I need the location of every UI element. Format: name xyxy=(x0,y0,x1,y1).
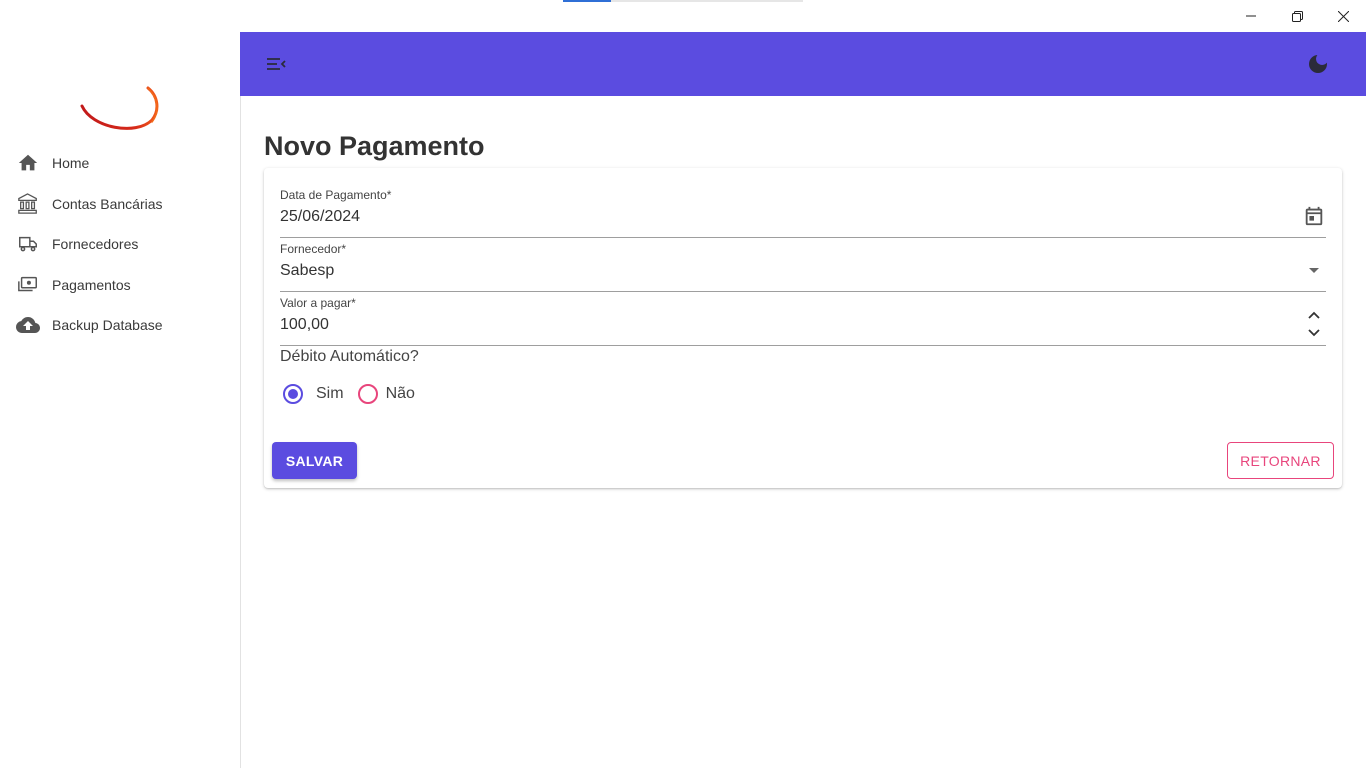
sidebar-item-label: Contas Bancárias xyxy=(52,195,163,212)
payment-date-value[interactable]: 25/06/2024 xyxy=(280,208,1260,226)
sidebar-item-pagamentos[interactable]: Pagamentos xyxy=(0,265,240,306)
radio-sim[interactable]: Sim xyxy=(280,384,344,404)
radio-nao[interactable]: Não xyxy=(357,384,415,404)
moon-icon[interactable] xyxy=(1306,52,1330,76)
top-app-bar xyxy=(240,32,1366,96)
radio-sim-label: Sim xyxy=(316,385,344,402)
auto-debit-radio-group: Sim Não xyxy=(280,380,429,408)
truck-icon xyxy=(16,232,40,256)
return-button[interactable]: RETORNAR xyxy=(1227,442,1334,479)
page-title: Novo Pagamento xyxy=(264,131,485,161)
payment-date-label: Data de Pagamento* xyxy=(280,188,392,202)
payment-date-field[interactable]: Data de Pagamento* 25/06/2024 xyxy=(280,188,1326,238)
radio-nao-label: Não xyxy=(385,385,415,402)
tab-indicator xyxy=(563,0,803,2)
window-titlebar xyxy=(0,0,1366,32)
sidebar-item-label: Pagamentos xyxy=(52,276,131,293)
sidebar-item-backup-database[interactable]: Backup Database xyxy=(0,305,240,346)
payment-form-card: Data de Pagamento* 25/06/2024 Fornecedor… xyxy=(264,168,1342,488)
sidebar-item-label: Fornecedores xyxy=(52,236,139,253)
supplier-select[interactable]: Fornecedor* Sabesp xyxy=(280,242,1326,292)
amount-field[interactable]: Valor a pagar* 100,00 xyxy=(280,296,1326,346)
amount-value[interactable]: 100,00 xyxy=(280,316,1260,334)
sidebar-item-home[interactable]: Home xyxy=(0,143,240,184)
restore-icon[interactable] xyxy=(1274,0,1320,32)
sidebar-item-label: Home xyxy=(52,155,90,172)
supplier-label: Fornecedor* xyxy=(280,242,347,256)
auto-debit-question: Débito Automático? xyxy=(280,348,419,365)
sidebar-item-contas-bancarias[interactable]: Contas Bancárias xyxy=(0,184,240,225)
supplier-value[interactable]: Sabesp xyxy=(280,262,1260,280)
calendar-icon[interactable] xyxy=(1302,204,1326,228)
sidebar-nav: Home Contas Bancárias Fornecedores Pagam… xyxy=(0,143,240,346)
payments-icon xyxy=(16,273,40,297)
home-icon xyxy=(16,151,40,175)
sidebar-item-label: Backup Database xyxy=(52,317,163,334)
stepper-icon[interactable] xyxy=(1302,311,1326,337)
minimize-icon[interactable] xyxy=(1228,0,1274,32)
app-logo xyxy=(78,84,162,136)
close-icon[interactable] xyxy=(1320,0,1366,32)
dropdown-arrow-icon[interactable] xyxy=(1302,258,1326,282)
sidebar: Home Contas Bancárias Fornecedores Pagam… xyxy=(0,32,241,768)
sidebar-item-fornecedores[interactable]: Fornecedores xyxy=(0,224,240,265)
amount-label: Valor a pagar* xyxy=(280,296,356,310)
bank-icon xyxy=(16,192,40,216)
save-button[interactable]: SALVAR xyxy=(272,442,357,479)
cloud-upload-icon xyxy=(16,313,40,337)
radio-checked-icon[interactable] xyxy=(283,384,303,404)
radio-unchecked-icon[interactable] xyxy=(357,384,378,404)
menu-collapse-icon[interactable] xyxy=(264,52,288,76)
